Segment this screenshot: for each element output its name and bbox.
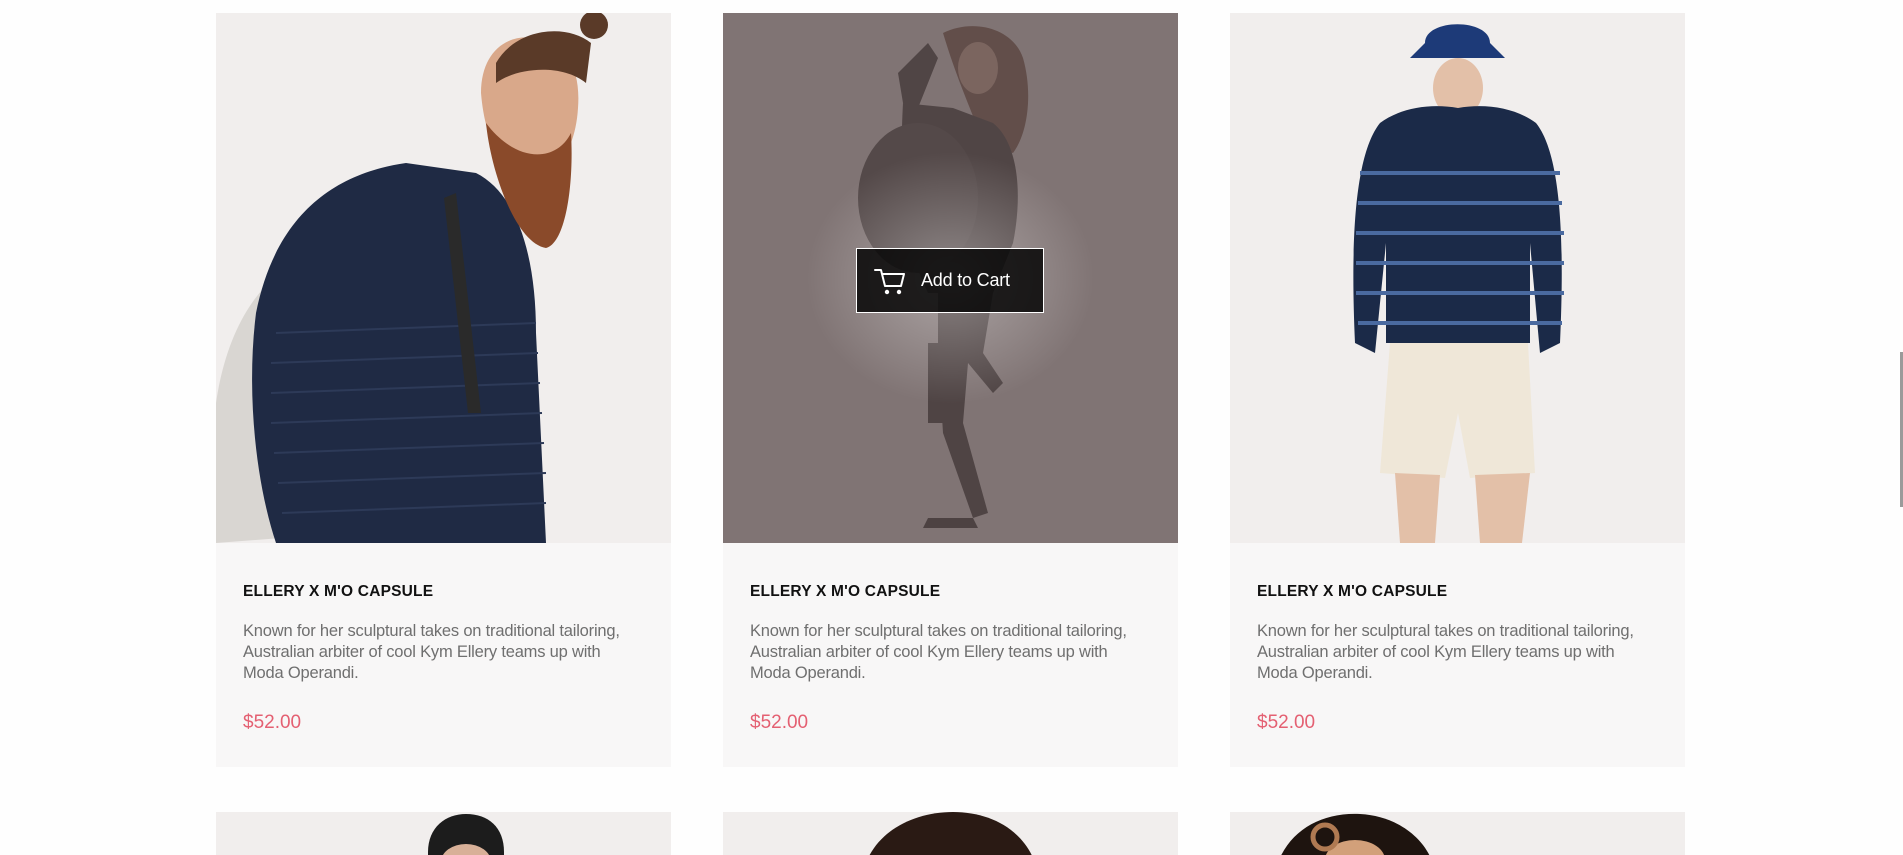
product-grid: ELLERY X M'O CAPSULE Known for her sculp… [216,13,1685,855]
product-title[interactable]: ELLERY X M'O CAPSULE [243,583,644,601]
product-card[interactable] [723,812,1178,855]
product-listing-page: ELLERY X M'O CAPSULE Known for her sculp… [0,0,1903,855]
product-info: ELLERY X M'O CAPSULE Known for her sculp… [1230,543,1685,767]
product-title[interactable]: ELLERY X M'O CAPSULE [1257,583,1658,601]
product-card[interactable]: ELLERY X M'O CAPSULE Known for her sculp… [216,13,671,767]
product-price: $52.00 [1257,712,1316,733]
product-description: Known for her sculptural takes on tradit… [750,622,1127,682]
product-card[interactable] [1230,812,1685,855]
product-image-partial[interactable] [1230,812,1685,855]
product-photo [216,812,671,855]
product-card[interactable]: Add to Cart ELLERY X M'O CAPSULE Known f… [723,13,1178,767]
product-image-man-striped-hoodie[interactable] [1230,13,1685,543]
product-info: ELLERY X M'O CAPSULE Known for her sculp… [723,543,1178,767]
product-description: Known for her sculptural takes on tradit… [1257,622,1634,682]
product-photo [216,13,671,543]
product-image-partial[interactable] [216,812,671,855]
product-info: ELLERY X M'O CAPSULE Known for her sculp… [216,543,671,767]
product-row: ELLERY X M'O CAPSULE Known for her sculp… [216,13,1685,767]
product-price: $52.00 [243,712,302,733]
product-description: Known for her sculptural takes on tradit… [243,622,620,682]
add-to-cart-button[interactable]: Add to Cart [856,248,1044,313]
product-price: $52.00 [750,712,809,733]
product-image-man-bearded-jacket[interactable] [216,13,671,543]
add-to-cart-label: Add to Cart [921,270,1010,290]
product-photo [723,812,1178,855]
product-image-woman-black-suit[interactable]: Add to Cart [723,13,1178,543]
product-title[interactable]: ELLERY X M'O CAPSULE [750,583,1151,601]
product-card[interactable] [216,812,671,855]
cart-icon [874,268,905,294]
product-image-partial[interactable] [723,812,1178,855]
product-row [216,812,1685,855]
product-card[interactable]: ELLERY X M'O CAPSULE Known for her sculp… [1230,13,1685,767]
product-photo [1230,812,1685,855]
product-photo [1230,13,1685,543]
